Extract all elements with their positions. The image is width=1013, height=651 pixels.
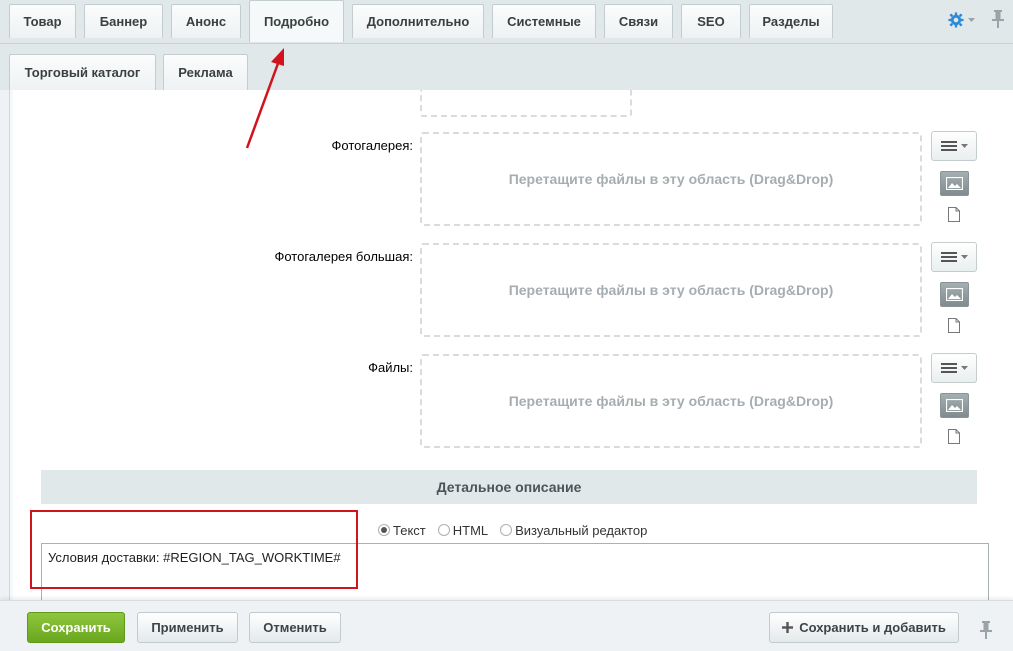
pin-icon[interactable] (979, 620, 993, 640)
plus-icon (782, 622, 794, 633)
section-heading: Детальное описание (41, 470, 977, 504)
settings-menu[interactable] (948, 10, 978, 30)
tab-svyazi[interactable]: Связи (604, 4, 673, 38)
radio-label: Визуальный редактор (515, 522, 648, 538)
tab-seo[interactable]: SEO (681, 4, 741, 38)
image-icon (946, 399, 963, 412)
tab-reklama[interactable]: Реклама (163, 54, 248, 90)
tab-tovar[interactable]: Товар (9, 4, 76, 38)
field-menu-button[interactable] (931, 131, 977, 161)
tab-anons[interactable]: Анонс (171, 4, 241, 38)
field-label: Файлы: (368, 360, 413, 375)
tab-podrobno[interactable]: Подробно (249, 0, 344, 42)
add-image-button[interactable] (940, 171, 969, 196)
tab-dopolnitelno[interactable]: Дополнительно (352, 4, 484, 38)
file-icon[interactable] (948, 429, 960, 444)
chevron-down-icon (968, 17, 975, 22)
apply-button[interactable]: Применить (137, 612, 238, 643)
field-row: Фотогалерея большая: (13, 249, 413, 269)
mode-html-radio[interactable]: HTML (437, 522, 489, 538)
chevron-down-icon (960, 143, 968, 148)
dropzone-text: Перетащите файлы в эту область (Drag&Dro… (508, 282, 834, 298)
file-icon[interactable] (948, 318, 960, 333)
field-row: Файлы: (13, 360, 413, 380)
field-row: Фотогалерея: (13, 138, 413, 158)
field-menu-button[interactable] (931, 353, 977, 383)
radio-label: Текст (393, 522, 426, 538)
field-menu-button[interactable] (931, 242, 977, 272)
save-button[interactable]: Сохранить (27, 612, 125, 643)
radio-icon (378, 524, 390, 536)
dropzone-gallery-large[interactable]: Перетащите файлы в эту область (Drag&Dro… (420, 243, 922, 337)
file-icon[interactable] (948, 207, 960, 222)
section-title: Детальное описание (436, 479, 582, 495)
field-label: Фотогалерея: (331, 138, 413, 153)
tabs-bar-secondary: Торговый каталог Реклама (0, 44, 1013, 90)
image-icon (946, 177, 963, 190)
tab-sistemnye[interactable]: Системные (492, 4, 596, 38)
tabs-bar: Товар Баннер Анонс Подробно Дополнительн… (0, 0, 1013, 44)
image-icon (946, 288, 963, 301)
dropzone-files[interactable]: Перетащите файлы в эту область (Drag&Dro… (420, 354, 922, 448)
mode-visual-radio[interactable]: Визуальный редактор (500, 523, 647, 538)
radio-icon (500, 524, 513, 536)
dropzone-text: Перетащите файлы в эту область (Drag&Dro… (508, 171, 834, 187)
tab-torgovyy-katalog[interactable]: Торговый каталог (9, 54, 156, 90)
add-image-button[interactable] (940, 282, 969, 307)
dropzone-text: Перетащите файлы в эту область (Drag&Dro… (508, 393, 834, 409)
footer-bar: Сохранить Применить Отменить Сохранить и… (0, 600, 1013, 651)
chevron-down-icon (960, 254, 968, 259)
field-label: Фотогалерея большая: (274, 249, 413, 264)
tab-banner[interactable]: Баннер (84, 4, 163, 38)
save-and-add-label: Сохранить и добавить (799, 620, 946, 635)
menu-icon (940, 141, 957, 151)
cancel-button[interactable]: Отменить (249, 612, 341, 643)
editor-mode-group: Текст HTML Визуальный редактор (378, 521, 647, 539)
save-and-add-button[interactable]: Сохранить и добавить (769, 612, 959, 643)
menu-icon (940, 363, 957, 373)
gear-icon (948, 12, 964, 28)
pin-icon[interactable] (991, 9, 1005, 29)
annotation-highlight-box (30, 510, 358, 589)
dropzone-gallery[interactable]: Перетащите файлы в эту область (Drag&Dro… (420, 132, 922, 226)
mode-text-radio[interactable]: Текст (378, 523, 426, 538)
radio-icon (437, 524, 450, 536)
dropzone-previous[interactable] (420, 90, 632, 117)
annotation-arrow (245, 48, 284, 149)
add-image-button[interactable] (940, 393, 969, 418)
radio-label: HTML (452, 522, 489, 538)
menu-icon (940, 252, 957, 262)
chevron-down-icon (960, 365, 968, 370)
tab-razdely[interactable]: Разделы (749, 4, 833, 38)
